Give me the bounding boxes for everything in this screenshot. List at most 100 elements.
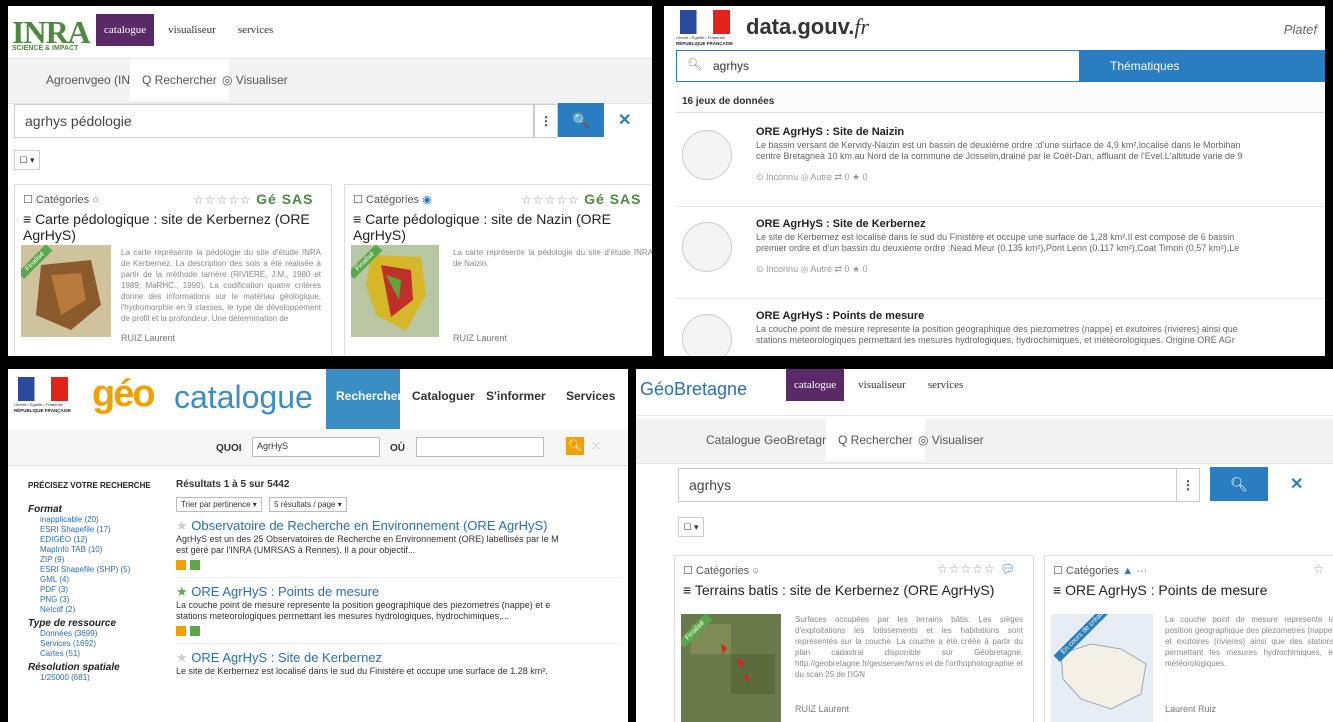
facet-item[interactable]: GML (4) [40,575,168,585]
what-input[interactable]: AgrHyS [252,437,380,457]
map-thumbnail: En cours de création [1051,614,1153,722]
facet-item[interactable]: Cartes (51) [40,649,168,659]
nav-services[interactable]: services [920,369,971,401]
datagouv-panel: Liberté • Égalité • Fraternité RÉPUBLIQUE… [664,6,1325,356]
card-title[interactable]: ≡ Carte pédologique : site de Nazin (ORE… [353,211,652,243]
results-count-tab[interactable]: 16 jeux de données [676,88,1325,113]
view-icon[interactable] [190,560,200,570]
nav-cataloguer[interactable]: Cataloguer [406,369,476,429]
result-title[interactable]: Observatoire de Recherche en Environneme… [191,518,547,533]
nav-sinformer[interactable]: S'informer [480,369,552,429]
star-icon[interactable]: ★ [176,518,188,533]
list-item[interactable]: ORE AgrHyS : Site de Kerbernez Le site d… [676,208,1325,299]
page-size-select[interactable]: 5 résultats / page ▾ [269,497,347,512]
geo-logo[interactable]: géo [92,373,156,416]
card-description: La carte représente la pédologie du site… [121,248,321,323]
clear-icon[interactable]: ✕ [1290,474,1303,494]
nav-visualiseur[interactable]: visualiseur [850,369,914,401]
card-title[interactable]: ≡ Terrains batis : site de Kerbernez (OR… [683,582,1029,598]
marianne-logo: Liberté • Égalité • Fraternité RÉPUBLIQUE… [676,10,734,48]
card-title[interactable]: ≡ ORE AgrHyS : Points de mesure [1053,582,1333,598]
tab-rechercher[interactable]: Q Rechercher [130,59,229,101]
result-card[interactable]: ☐ Catégories ▲ ··· ☆ ≡ ORE AgrHyS : Poin… [1044,555,1333,722]
facet-item[interactable]: EDIGÉO (12) [40,535,168,545]
facet-item[interactable]: ESRI Shapefile (SHP) (5) [40,565,168,575]
facet-item[interactable]: Services (1692) [40,639,168,649]
list-item[interactable]: ORE AgrHyS : Site de Naizin Le bassin ve… [676,116,1325,207]
tab-rechercher[interactable]: Q Rechercher [826,419,925,461]
result-desc: AgrHyS est un des 25 Observatoires de Re… [176,534,559,544]
select-all-checkbox[interactable]: ☐ ▾ [14,150,40,170]
facet-item[interactable]: Données (3699) [40,629,168,639]
facet-item[interactable]: PNG (3) [40,595,168,605]
table-row[interactable]: ★ Observatoire de Recherche en Environne… [176,518,622,573]
what-label: QUOI [216,443,242,454]
facet-item[interactable]: inapplicable (20) [40,515,168,525]
facet-item[interactable]: 1/25000 (681) [40,673,168,683]
download-icon[interactable] [176,626,186,636]
result-card[interactable]: ☐ Catégories ◉ ☆☆☆☆☆ Gé SAS ≡ Carte pédo… [344,184,652,356]
site-title[interactable]: data.gouv.fr [746,14,869,40]
facet-item[interactable]: PDF (3) [40,585,168,595]
clear-icon[interactable]: ✕ [618,110,631,130]
card-author: RUIZ Laurent [453,333,508,343]
options-button[interactable]: ⋮ [1176,468,1200,502]
table-row[interactable]: ★ ORE AgrHyS : Site de Kerbernez Le site… [176,643,622,677]
tab-visualiser[interactable]: ◎ Visualiser [918,433,984,447]
item-meta: ⊙ Inconnu ◎ Autre ⇄ 0 ★ 0 [756,172,868,182]
themes-dropdown[interactable]: Thématiques [1080,50,1325,82]
search-button[interactable]: 🔍︎ [1210,467,1268,501]
item-title[interactable]: ORE AgrHyS : Site de Naizin [756,126,904,138]
search-button[interactable]: 🔍︎ [566,437,584,455]
download-icon[interactable] [176,560,186,570]
nav-catalogue[interactable]: catalogue [786,369,845,401]
nav-services[interactable]: services [230,14,281,46]
star-icon[interactable]: ★ [176,584,188,599]
result-card[interactable]: ☐ Catégories ○ ☆☆☆☆☆ 💬︎ ≡ Terrains batis… [674,555,1034,722]
table-row[interactable]: ★ ORE AgrHyS : Points de mesure La couch… [176,577,622,639]
item-meta: ⊙ Inconnu ◎ Autre ⇄ 0 ★ 0 [756,264,868,274]
item-title[interactable]: ORE AgrHyS : Points de mesure [756,310,924,322]
star-icon[interactable]: ★ [176,650,188,665]
geobretagne-logo[interactable]: GéoBretagne [640,379,747,400]
facet-heading: Résolution spatiale [28,662,120,673]
result-desc: stations meteorologiques permettant les … [176,611,510,621]
facet-item[interactable]: MapInfo TAB (10) [40,545,168,555]
result-title[interactable]: ORE AgrHyS : Points de mesure [191,584,379,599]
result-title[interactable]: ORE AgrHyS : Site de Kerbernez [191,650,382,665]
tab-visualiser[interactable]: ◎ Visualiser [222,73,288,87]
item-title[interactable]: ORE AgrHyS : Site de Kerbernez [756,218,926,230]
main-nav: catalogue visualiseur services [786,369,971,401]
results-list: Résultats 1 à 5 sur 5442 Trier par perti… [176,479,622,677]
options-button[interactable]: ⋮ [534,104,558,138]
sort-select[interactable]: Trier par pertinence ▾ [176,497,262,512]
facet-heading: Format [28,504,62,515]
result-card[interactable]: ☐ Catégories ○ ☆☆☆☆☆ Gé SAS ≡ Carte pédo… [14,184,332,356]
rating-stars[interactable]: ☆ [1313,562,1325,576]
card-author: RUIZ Laurent [121,333,176,343]
rating-stars[interactable]: ☆☆☆☆☆ Gé SAS [521,191,642,207]
search-input[interactable]: agrhys pédologie [14,104,534,138]
facet-sidebar: PRÉCISEZ VOTRE RECHERCHE Format inapplic… [28,481,168,683]
nav-visualiseur[interactable]: visualiseur [160,14,224,46]
search-button[interactable]: 🔍 [558,103,604,137]
search-input[interactable]: agrhys [678,468,1178,502]
where-input[interactable] [416,437,544,457]
nav-catalogue[interactable]: catalogue [96,14,155,46]
facet-item[interactable]: ZIP (9) [40,555,168,565]
catalogue-logo[interactable]: catalogue [174,379,313,416]
nav-services[interactable]: Services [560,369,622,429]
search-input[interactable]: 🔍︎ agrhys [676,50,1080,82]
facet-item[interactable]: Netcdf (2) [40,605,168,615]
tab-catalogue-geobretagne[interactable]: Catalogue GeoBretagne [706,433,835,447]
geocatalogue-panel: Liberté • Égalité • Fraternité RÉPUBLIQUE… [8,369,628,722]
rating-stars[interactable]: ☆☆☆☆☆ 💬︎ [937,562,1016,576]
select-all-checkbox[interactable]: ☐ ▾ [678,517,704,537]
view-icon[interactable] [190,626,200,636]
clear-icon[interactable]: ✕ [590,438,602,455]
rating-stars[interactable]: ☆☆☆☆☆ Gé SAS [193,191,314,207]
list-item[interactable]: ORE AgrHyS : Points de mesure La couche … [676,300,1325,356]
card-title[interactable]: ≡ Carte pédologique : site de Kerbernez … [23,211,327,243]
nav-rechercher[interactable]: Rechercher [326,369,402,429]
facet-item[interactable]: ESRI Shapefile (17) [40,525,168,535]
